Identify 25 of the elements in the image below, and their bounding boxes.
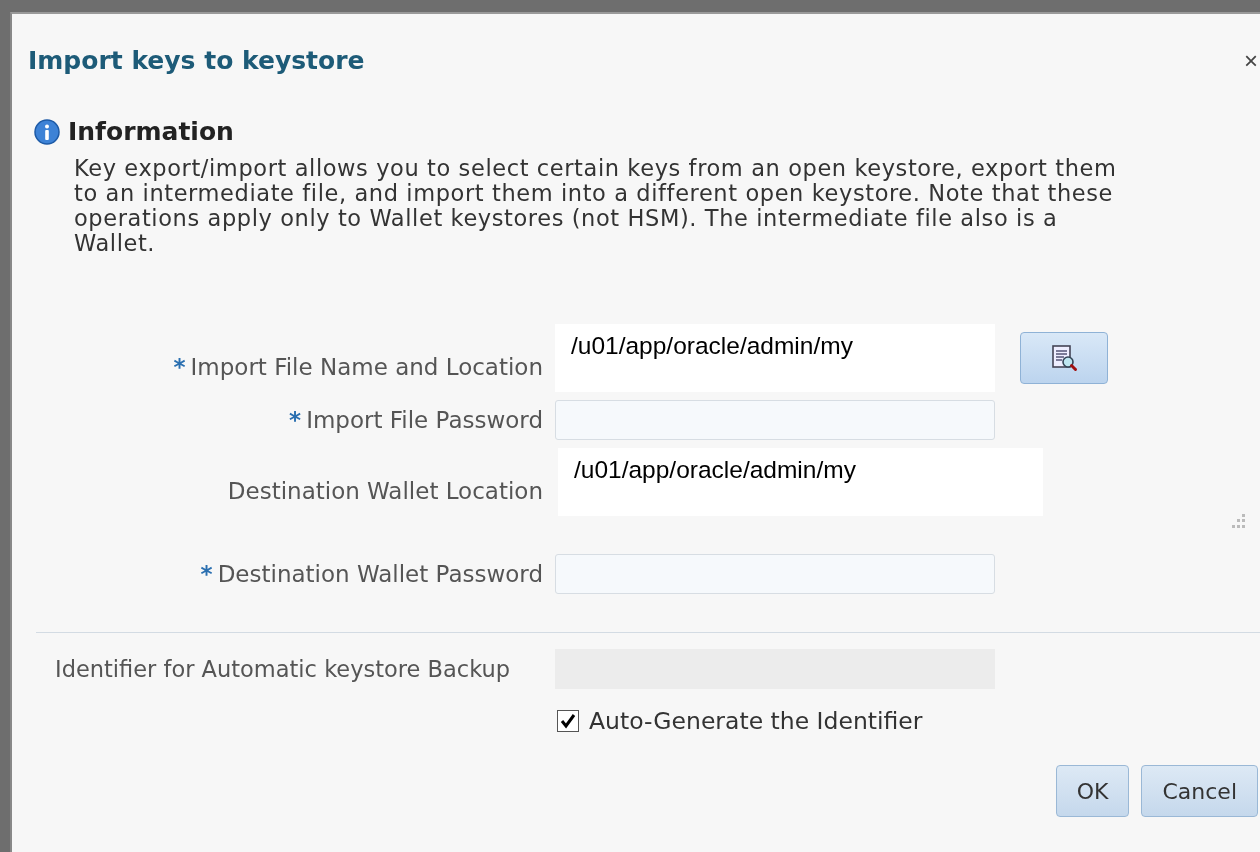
info-paragraph: Key export/import allows you to select certain keys from an open keystore, export them to an intermediate file, and import them into a different open keystore. Note that these operations apply only to Wallet keystores (not HSM). The intermediate file also is a Wallet. xyxy=(74,156,1118,256)
dialog-button[interactable]: OK xyxy=(1055,765,1130,817)
dialog-button[interactable]: Cancel xyxy=(1141,765,1258,817)
field-label: Destination Wallet Password xyxy=(217,561,543,587)
auto-generate-checkbox[interactable]: Auto-Generate the Identifier xyxy=(557,707,923,735)
required-mark: * xyxy=(289,407,302,433)
required-mark: * xyxy=(200,561,213,587)
close-button[interactable]: × xyxy=(1244,46,1258,75)
text-field[interactable]: /u01/app/oracle/admin/my xyxy=(555,324,995,392)
checkbox[interactable] xyxy=(557,710,579,732)
field-label: Destination Wallet Location xyxy=(227,478,543,504)
checkmark-icon xyxy=(559,712,577,730)
browse-button[interactable] xyxy=(1020,332,1108,384)
dialog-title: Import keys to keystore xyxy=(28,46,365,75)
info-icon xyxy=(34,118,60,145)
field-label: Import File Password xyxy=(306,407,543,433)
field-label: Import File Name and Location xyxy=(190,354,543,380)
text-field[interactable]: /u01/app/oracle/admin/my xyxy=(558,448,1043,516)
field-label: Identifier for Automatic keystore Backup xyxy=(55,656,512,682)
document-search-icon xyxy=(1049,343,1079,373)
password-field[interactable] xyxy=(555,400,995,440)
resize-grip-icon[interactable] xyxy=(1230,514,1246,530)
password-field[interactable] xyxy=(555,554,995,594)
required-mark: * xyxy=(173,354,186,380)
info-heading: Information xyxy=(68,117,234,146)
